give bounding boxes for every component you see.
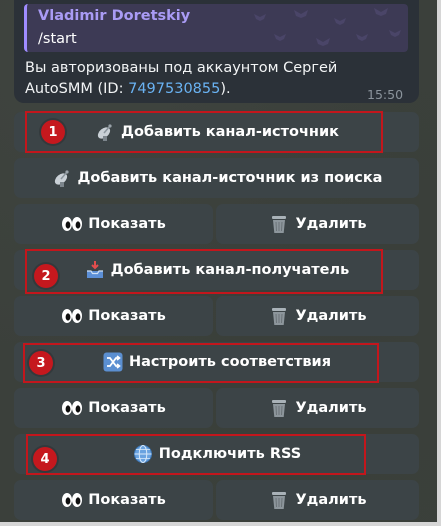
chat-background: Vladimir Doretskiy /start Вы авторизован… [0,0,441,526]
screenshot-border [0,0,441,526]
